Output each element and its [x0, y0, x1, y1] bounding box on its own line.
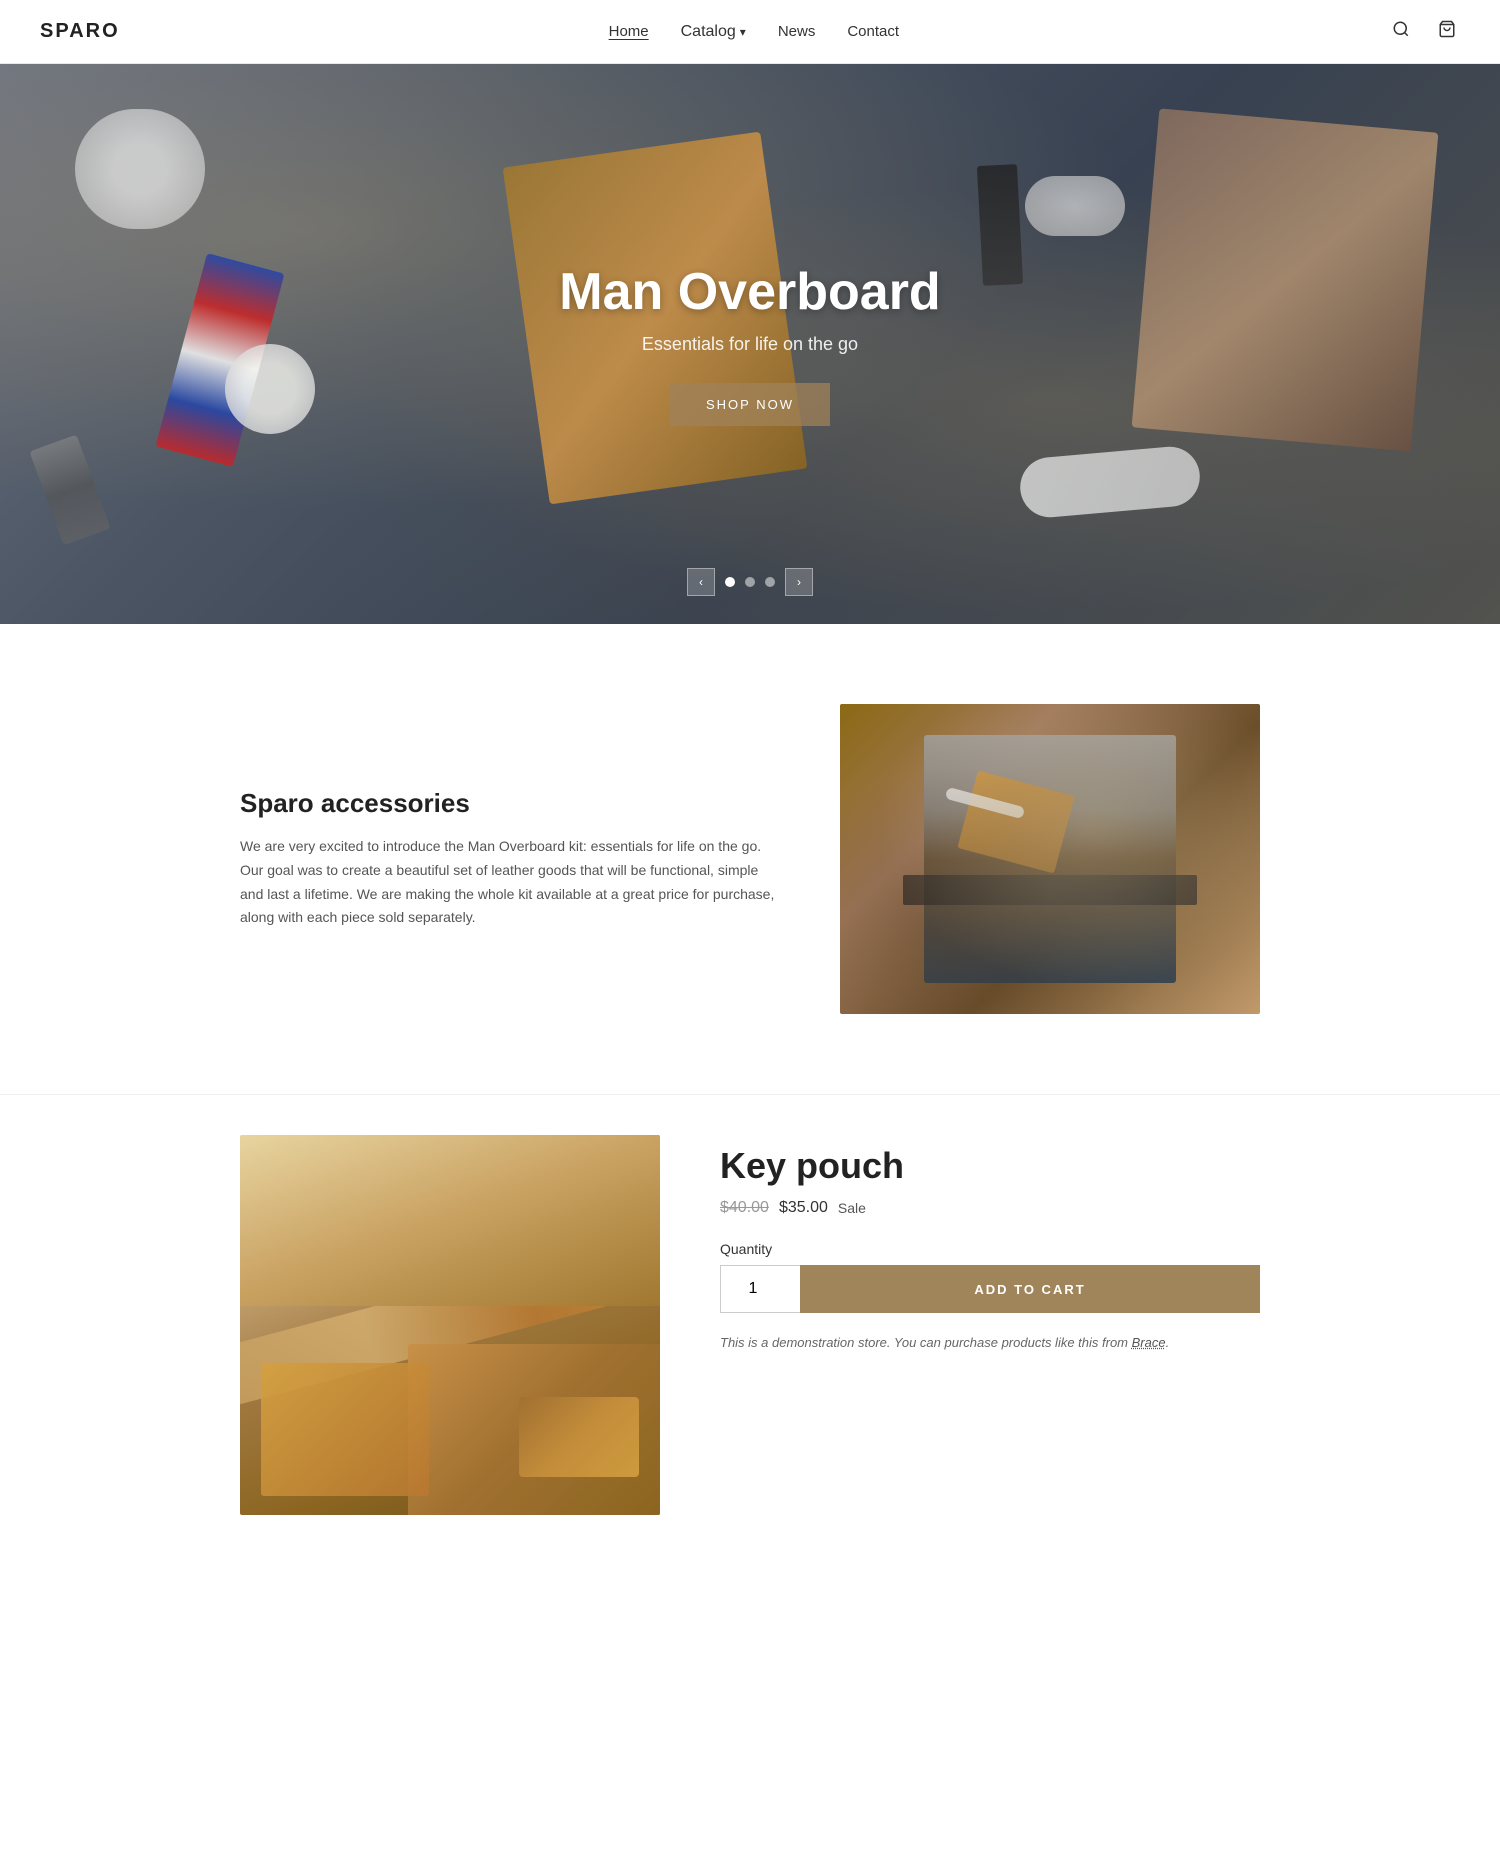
shop-now-button[interactable]: SHOP NOW	[670, 383, 830, 426]
site-header: SPARO Home Catalog ▾ News Contact	[0, 0, 1500, 64]
slider-dot-3[interactable]	[765, 577, 775, 587]
quantity-input[interactable]	[720, 1265, 800, 1313]
accessories-section: Sparo accessories We are very excited to…	[200, 704, 1300, 1014]
accessories-text-block: Sparo accessories We are very excited to…	[240, 788, 780, 930]
search-icon	[1392, 20, 1410, 38]
quantity-section: Quantity ADD TO CART	[720, 1241, 1260, 1313]
cart-icon	[1438, 20, 1456, 38]
hero-content: Man Overboard Essentials for life on the…	[559, 262, 940, 426]
sale-price: $35.00	[779, 1199, 828, 1217]
sale-badge: Sale	[838, 1200, 866, 1216]
cart-button[interactable]	[1434, 16, 1460, 47]
slider-dot-1[interactable]	[725, 577, 735, 587]
nav-news[interactable]: News	[778, 23, 816, 40]
section-divider	[0, 1094, 1500, 1095]
quantity-label: Quantity	[720, 1241, 1260, 1257]
hero-title: Man Overboard	[559, 262, 940, 322]
product-price: $40.00 $35.00 Sale	[720, 1199, 1260, 1217]
accessories-body: We are very excited to introduce the Man…	[240, 835, 780, 930]
nav-catalog[interactable]: Catalog ▾	[681, 23, 746, 41]
chevron-down-icon: ▾	[740, 25, 746, 39]
product-photo	[240, 1135, 660, 1515]
accessories-photo	[840, 704, 1260, 1014]
slider-dot-2[interactable]	[745, 577, 755, 587]
slider-controls: ‹ ›	[687, 568, 813, 596]
logo[interactable]: SPARO	[40, 20, 120, 43]
hero-subtitle: Essentials for life on the go	[559, 334, 940, 355]
hero-section: Man Overboard Essentials for life on the…	[0, 64, 1500, 624]
main-nav: Home Catalog ▾ News Contact	[609, 23, 899, 41]
product-info-block: Key pouch $40.00 $35.00 Sale Quantity AD…	[720, 1135, 1260, 1354]
original-price: $40.00	[720, 1199, 769, 1217]
quantity-row: ADD TO CART	[720, 1265, 1260, 1313]
add-to-cart-button[interactable]: ADD TO CART	[800, 1265, 1260, 1313]
search-button[interactable]	[1388, 16, 1414, 47]
product-title: Key pouch	[720, 1145, 1260, 1187]
product-image-container	[240, 1135, 660, 1515]
slider-next-button[interactable]: ›	[785, 568, 813, 596]
product-section: Key pouch $40.00 $35.00 Sale Quantity AD…	[200, 1135, 1300, 1515]
brace-link[interactable]: Brace	[1132, 1335, 1166, 1350]
header-actions	[1388, 16, 1460, 47]
demo-notice: This is a demonstration store. You can p…	[720, 1333, 1260, 1354]
slider-prev-button[interactable]: ‹	[687, 568, 715, 596]
accessories-heading: Sparo accessories	[240, 788, 780, 819]
nav-contact[interactable]: Contact	[847, 23, 899, 40]
nav-home[interactable]: Home	[609, 23, 649, 40]
accessories-image-container	[840, 704, 1260, 1014]
